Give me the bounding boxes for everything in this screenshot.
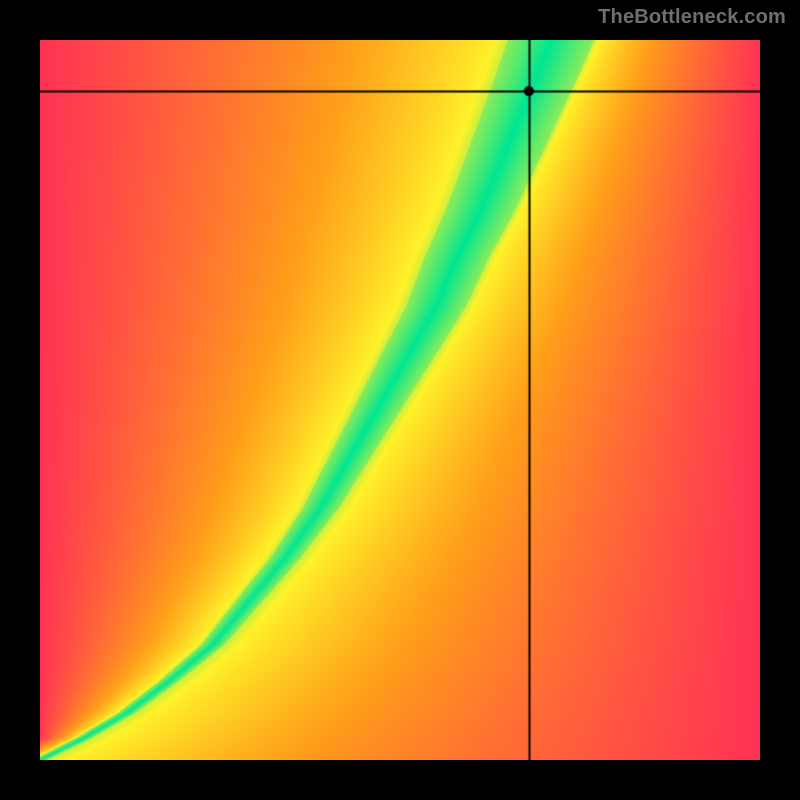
watermark-text: TheBottleneck.com [598,6,786,29]
heatmap-plot [40,40,760,760]
heatmap-canvas [40,40,760,760]
chart-stage: TheBottleneck.com [0,0,800,800]
